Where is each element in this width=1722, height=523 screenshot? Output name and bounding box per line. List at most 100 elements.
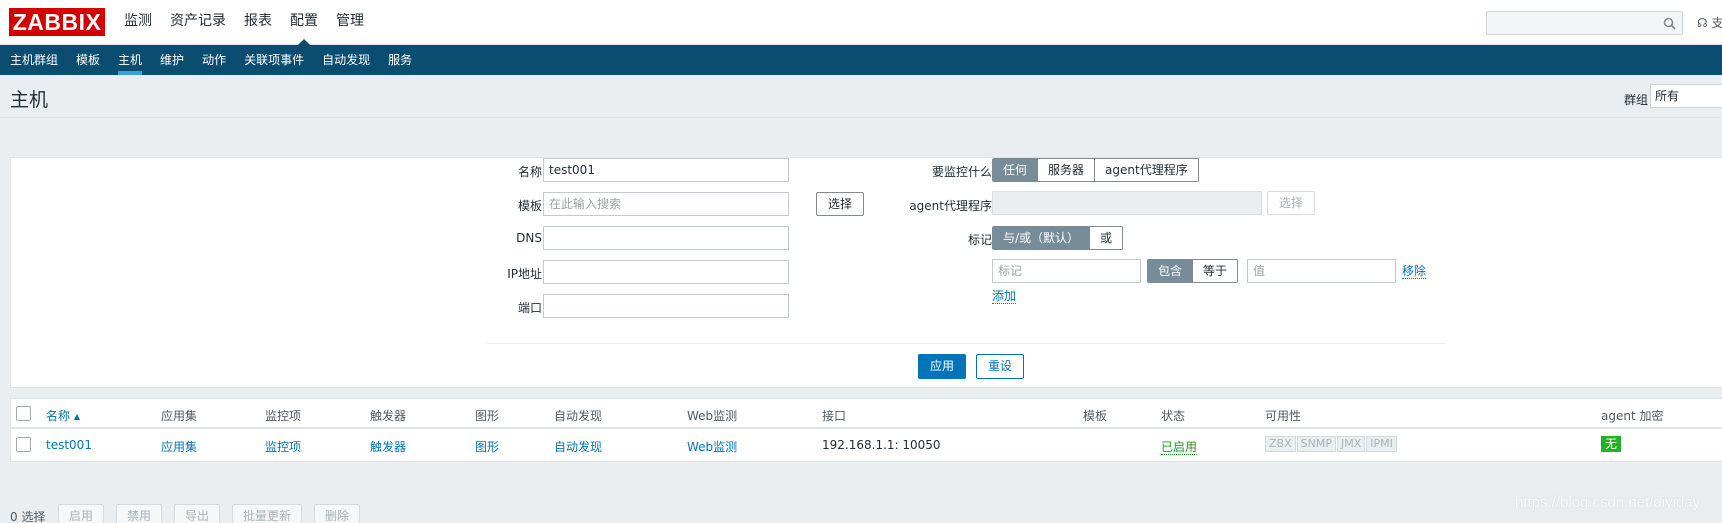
host-filter-form: 名称 test001 模板 在此输入搜索 选择 DNS IP地址 端口 要监控什… <box>10 157 1722 388</box>
availability-badges: ZBX SNMP JMX IPMI <box>1265 436 1398 452</box>
interface-value: 192.168.1.1: 10050 <box>822 438 941 452</box>
host-name-link[interactable]: test001 <box>46 438 92 452</box>
enable-button: 启用 <box>58 504 104 523</box>
zabbix-logo[interactable]: ZABBIX <box>9 8 105 36</box>
zbx-badge: ZBX <box>1265 436 1296 452</box>
proxy-label: agent代理程序 <box>909 199 992 213</box>
port-input[interactable] <box>543 294 789 318</box>
export-button: 导出 <box>174 504 220 523</box>
col-interface: 接口 <box>822 409 847 423</box>
apply-button[interactable]: 应用 <box>918 354 966 379</box>
submenu-discovery[interactable]: 自动发现 <box>313 45 379 75</box>
disable-button: 禁用 <box>116 504 162 523</box>
monitored-by-label: 要监控什么 <box>931 165 992 179</box>
tags-label: 标记 <box>967 233 992 247</box>
submenu-maintenance[interactable]: 维护 <box>151 45 193 75</box>
name-input[interactable]: test001 <box>543 158 789 182</box>
tag-name-input[interactable]: 标记 <box>992 259 1141 283</box>
applications-link[interactable]: 应用集 <box>161 438 197 455</box>
headset-icon: ☊ <box>1697 16 1708 30</box>
col-discovery: 自动发现 <box>554 409 603 423</box>
proxy-input <box>992 191 1262 215</box>
hosts-table: 名称 ▲ 应用集 监控项 触发器 图形 自动发现 Web监测 接口 模板 状态 … <box>10 398 1722 462</box>
col-name[interactable]: 名称 ▲ <box>46 407 80 424</box>
search-icon[interactable] <box>1663 17 1676 30</box>
tag-value-input[interactable]: 值 <box>1247 259 1396 283</box>
submenu-host-groups[interactable]: 主机群组 <box>1 45 67 75</box>
template-search-input[interactable]: 在此输入搜索 <box>543 192 789 216</box>
discovery-link[interactable]: 自动发现 <box>554 438 602 455</box>
group-filter-select[interactable]: 所有 <box>1650 84 1722 108</box>
menu-reports[interactable]: 报表 <box>235 0 281 45</box>
main-menu: 监测 资产记录 报表 配置 管理 <box>115 0 373 46</box>
encryption-none-badge: 无 <box>1601 436 1622 452</box>
menu-administration[interactable]: 管理 <box>327 0 373 45</box>
sub-menu-bar: 主机群组 模板 主机 维护 动作 关联项事件 自动发现 服务 <box>0 45 1722 75</box>
monitored-by-server[interactable]: 服务器 <box>1038 159 1096 181</box>
web-link[interactable]: Web监测 <box>687 438 737 455</box>
tag-logic-or[interactable]: 或 <box>1090 227 1123 249</box>
jmx-badge: JMX <box>1336 436 1366 452</box>
delete-button: 删除 <box>314 504 360 523</box>
table-footer: 0 选择 启用 禁用 导出 批量更新 删除 <box>0 500 1722 523</box>
tag-operator-radio-group: 包含 等于 <box>1147 259 1239 283</box>
triggers-link[interactable]: 触发器 <box>370 438 406 455</box>
mass-update-button: 批量更新 <box>232 504 302 523</box>
col-items: 监控项 <box>265 409 302 423</box>
monitored-by-any[interactable]: 任何 <box>993 159 1039 181</box>
template-select-button[interactable]: 选择 <box>816 192 864 216</box>
support-link[interactable]: ☊ 支 <box>1697 14 1722 31</box>
tag-remove-link[interactable]: 移除 <box>1402 264 1427 279</box>
items-link[interactable]: 监控项 <box>265 438 301 455</box>
ip-input[interactable] <box>543 260 789 284</box>
monitored-by-radio-group: 任何 服务器 agent代理程序 <box>992 158 1199 182</box>
submenu-hosts[interactable]: 主机 <box>109 45 151 75</box>
ipmi-badge: IPMI <box>1366 436 1397 452</box>
dns-label: DNS <box>516 231 542 245</box>
monitored-by-proxy[interactable]: agent代理程序 <box>1095 159 1198 181</box>
col-web: Web监测 <box>687 409 738 423</box>
col-agent-encryption: agent 加密 <box>1601 409 1664 423</box>
snmp-badge: SNMP <box>1296 436 1336 452</box>
sort-ascending-icon: ▲ <box>73 412 80 421</box>
tag-operator-contains[interactable]: 包含 <box>1148 260 1194 282</box>
col-availability: 可用性 <box>1265 409 1302 423</box>
port-label: 端口 <box>517 301 542 315</box>
col-triggers: 触发器 <box>370 409 407 423</box>
page-header: 主机 群组 所有 <box>0 75 1722 118</box>
tag-operator-equals[interactable]: 等于 <box>1193 260 1238 282</box>
submenu-event-correlation[interactable]: 关联项事件 <box>235 45 313 75</box>
submenu-services[interactable]: 服务 <box>379 45 421 75</box>
global-search-input[interactable] <box>1486 11 1683 35</box>
tag-logic-and-or[interactable]: 与/或（默认） <box>993 227 1091 249</box>
sub-menu: 主机群组 模板 主机 维护 动作 关联项事件 自动发现 服务 <box>0 45 1722 75</box>
table-row: test001 应用集 监控项 触发器 图形 自动发现 Web监测 192.16… <box>11 429 1722 461</box>
menu-configuration[interactable]: 配置 <box>281 0 327 46</box>
table-header: 名称 ▲ 应用集 监控项 触发器 图形 自动发现 Web监测 接口 模板 状态 … <box>11 399 1722 429</box>
row-checkbox[interactable] <box>16 437 31 452</box>
page-title: 主机 <box>10 89 49 111</box>
submenu-templates[interactable]: 模板 <box>67 45 109 75</box>
reset-button[interactable]: 重设 <box>976 354 1024 379</box>
col-templates: 模板 <box>1083 409 1108 423</box>
support-label: 支 <box>1711 16 1722 30</box>
group-filter-label: 群组 <box>1624 93 1649 107</box>
graphs-link[interactable]: 图形 <box>475 438 499 455</box>
filter-divider <box>486 343 1446 344</box>
proxy-select-button: 选择 <box>1267 191 1315 215</box>
ip-label: IP地址 <box>507 267 542 281</box>
tag-add-link[interactable]: 添加 <box>992 289 1017 304</box>
col-graphs: 图形 <box>475 409 500 423</box>
status-enabled-link[interactable]: 已启用 <box>1161 440 1198 455</box>
selected-count: 0 选择 <box>10 510 46 523</box>
menu-inventory[interactable]: 资产记录 <box>161 0 235 45</box>
submenu-actions[interactable]: 动作 <box>193 45 235 75</box>
watermark-text: https://blog.csdn.net/diyiday <box>1515 494 1701 511</box>
dns-input[interactable] <box>543 226 789 250</box>
name-label: 名称 <box>517 165 542 179</box>
menu-monitoring[interactable]: 监测 <box>115 0 161 45</box>
col-applications: 应用集 <box>161 409 198 423</box>
template-label: 模板 <box>517 199 542 213</box>
top-navigation-bar: ZABBIX 监测 资产记录 报表 配置 管理 ☊ 支 <box>0 0 1722 46</box>
select-all-checkbox[interactable] <box>16 406 31 421</box>
